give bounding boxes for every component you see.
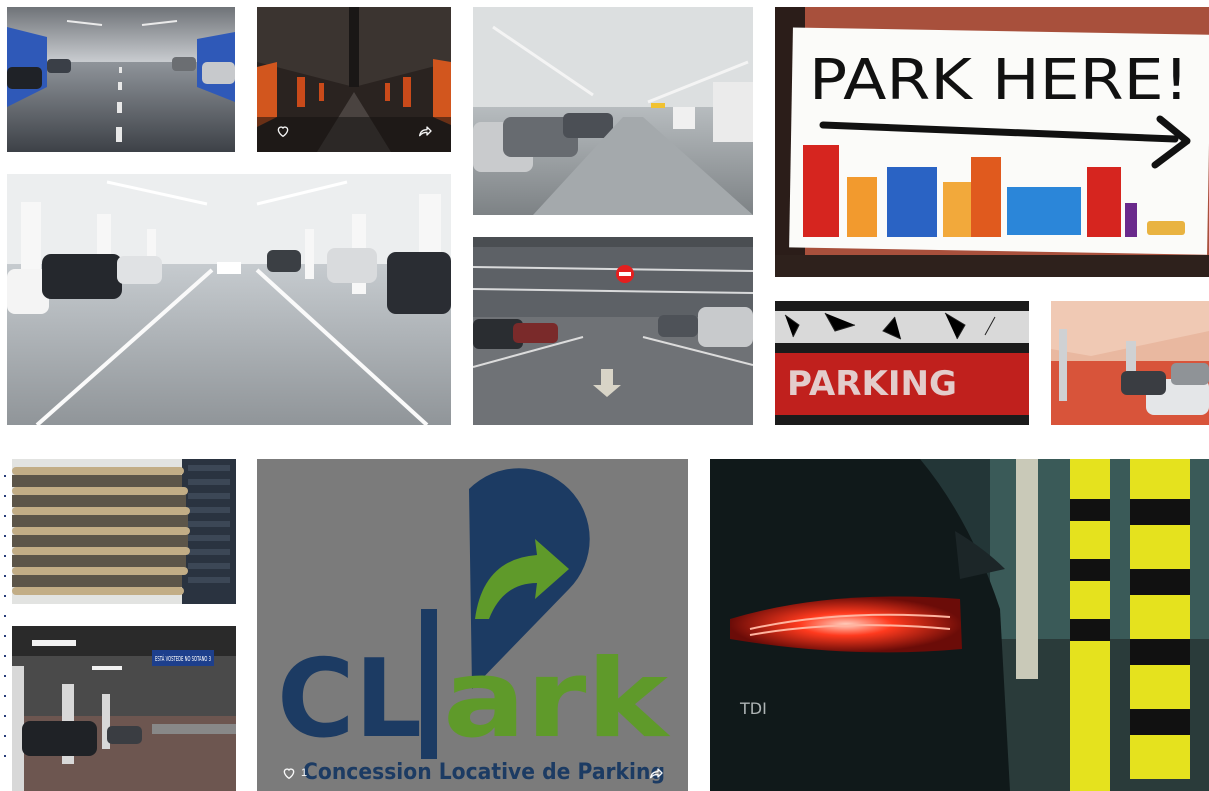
building-photo [12, 459, 236, 604]
gallery-tile-garage-red-floor[interactable] [1051, 301, 1209, 425]
road-text: PARKING [787, 364, 957, 404]
garage-photo [7, 7, 235, 152]
garage-photo [7, 174, 451, 425]
heart-icon [283, 768, 295, 780]
logo-image: CL ark Concession Locative de Parking [257, 459, 688, 791]
gallery-tile-parking-road-marking[interactable]: PARKING [775, 301, 1029, 425]
gallery-tile-garage-no-entry[interactable] [473, 237, 753, 425]
share-arrow-icon [419, 126, 432, 137]
car-photo: TDI [710, 459, 1209, 791]
road-photo: PARKING [775, 301, 1029, 425]
sign-text: PARK HERE! [809, 48, 1189, 113]
gallery-tile-audi-taillight[interactable]: TDI [710, 459, 1209, 791]
gallery-tile-garage-white-columns[interactable] [7, 174, 451, 425]
like-button[interactable]: 1 [281, 765, 307, 781]
tile-action-bar [257, 110, 451, 152]
share-button[interactable] [648, 765, 664, 781]
image-gallery: PARK HERE! PARKING ESTÁ VOSTEDE CL ark C… [0, 0, 1209, 791]
garage-photo: ESTÁ VOSTEDE NO SOTANO 3 [12, 626, 236, 791]
garage-photo [1051, 301, 1209, 425]
garage-photo [473, 237, 753, 425]
gallery-tile-garage-blue-pillars[interactable] [7, 7, 235, 152]
gallery-tile-garage-long-aisle[interactable] [473, 7, 753, 215]
gallery-tile-clpark-logo[interactable]: CL ark Concession Locative de Parking 1 [257, 459, 688, 791]
logo-cl-text: CL [277, 637, 422, 762]
garage-photo [473, 7, 753, 215]
floor-sign-text: ESTÁ VOSTEDE NO SOTANO 3 [155, 654, 211, 663]
car-badge: TDI [739, 699, 767, 718]
heart-icon [277, 126, 289, 138]
sign-photo: PARK HERE! [775, 7, 1209, 277]
tile-action-bar: 1 [257, 755, 688, 791]
gallery-tile-spiral-towers[interactable] [12, 459, 236, 604]
gallery-tile-park-here-sign[interactable]: PARK HERE! [775, 7, 1209, 277]
share-arrow-icon [650, 768, 663, 779]
share-button[interactable] [417, 123, 433, 139]
like-button[interactable] [275, 123, 291, 139]
logo-ark-text: ark [443, 637, 670, 762]
like-count: 1 [301, 767, 308, 779]
gallery-tile-basement-garage[interactable]: ESTÁ VOSTEDE NO SOTANO 3 [12, 626, 236, 791]
left-edge-markers [2, 475, 8, 775]
gallery-tile-garage-orange-pillars[interactable] [257, 7, 451, 152]
